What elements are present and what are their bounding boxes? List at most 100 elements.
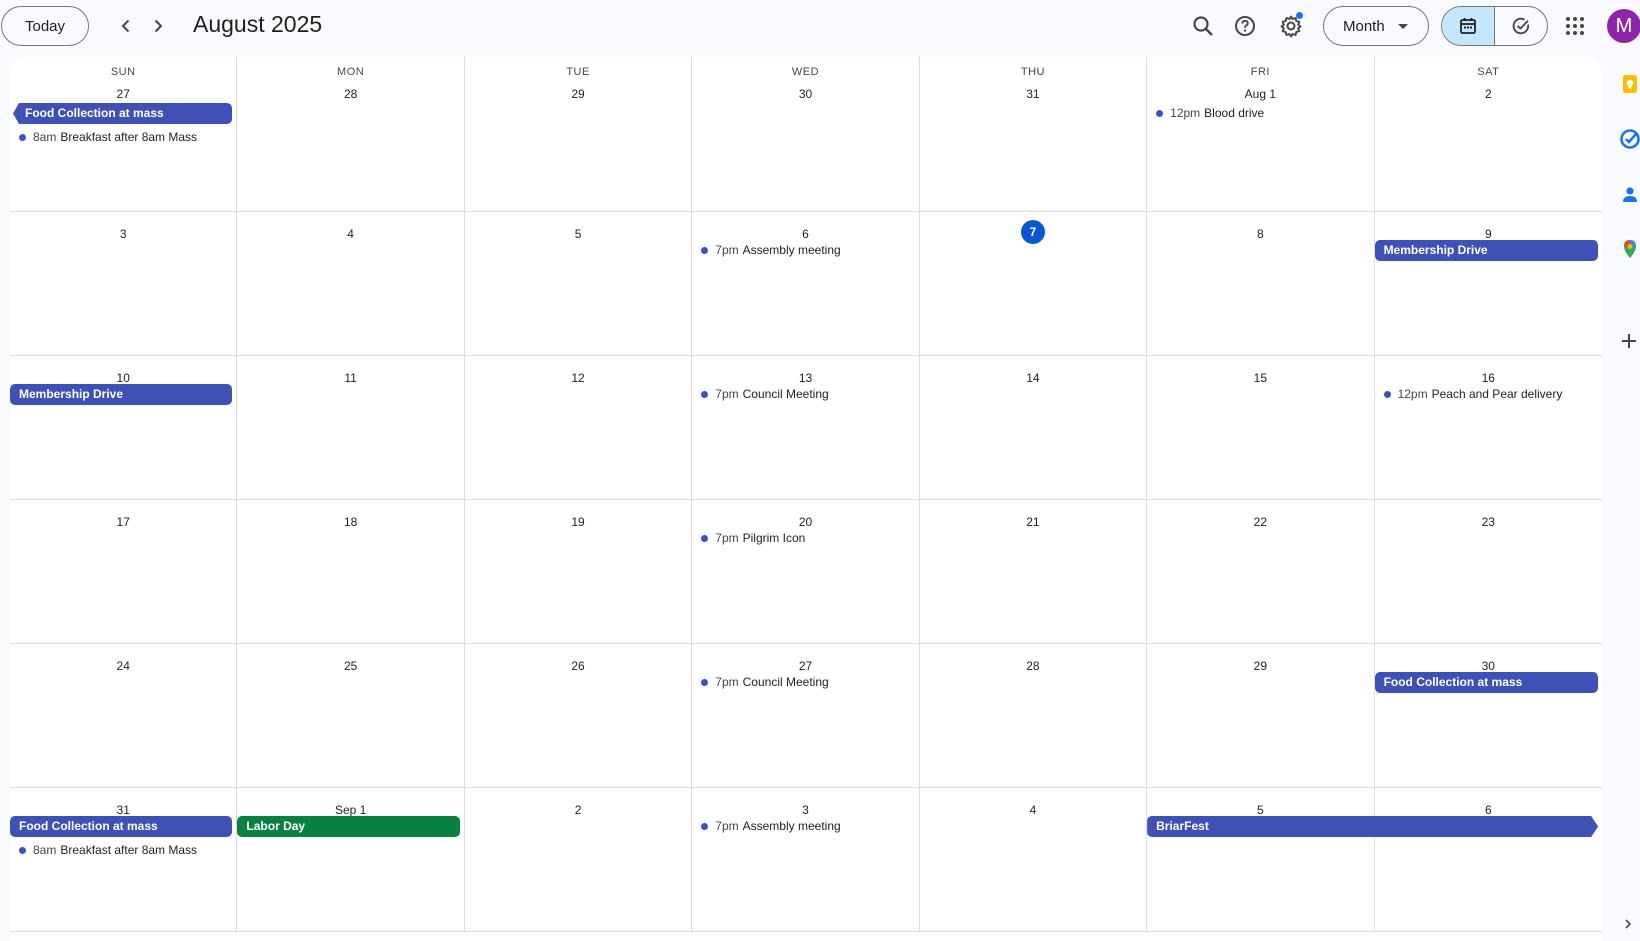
day-cell[interactable]: 11: [237, 356, 465, 500]
date-number[interactable]: 29: [1254, 656, 1267, 676]
day-cell[interactable]: 2: [464, 788, 693, 932]
day-cell[interactable]: 8: [1147, 212, 1375, 356]
date-number[interactable]: 18: [344, 512, 357, 532]
day-cell[interactable]: 19: [464, 500, 693, 644]
date-number[interactable]: 2: [1485, 84, 1492, 104]
help-button[interactable]: [1227, 8, 1263, 44]
all-day-event-chip[interactable]: Membership Drive: [1374, 240, 1598, 261]
date-number[interactable]: Aug 1: [1245, 84, 1276, 104]
date-number[interactable]: 30: [799, 84, 812, 104]
date-number[interactable]: 2: [575, 800, 582, 820]
timed-event[interactable]: 7pm Council Meeting: [692, 672, 918, 692]
day-cell[interactable]: 29: [1147, 644, 1375, 788]
day-cell[interactable]: 3: [10, 212, 238, 356]
day-cell[interactable]: 28: [919, 644, 1148, 788]
date-number[interactable]: 12: [571, 368, 584, 388]
day-cell[interactable]: 4: [237, 212, 465, 356]
previous-month-button[interactable]: [110, 10, 142, 42]
expand-side-panel-button[interactable]: [1622, 917, 1634, 935]
day-cell[interactable]: THU 31: [919, 57, 1148, 212]
day-cell[interactable]: 7: [919, 212, 1148, 356]
contacts-icon[interactable]: [1619, 184, 1640, 206]
timed-event[interactable]: 7pm Assembly meeting: [692, 240, 918, 260]
all-day-event-chip[interactable]: Food Collection at mass: [13, 103, 233, 124]
day-cell[interactable]: 9 Membership Drive: [1374, 212, 1602, 356]
day-cell[interactable]: 5 BriarFest: [1147, 788, 1374, 932]
date-number[interactable]: 11: [344, 368, 356, 388]
day-cell[interactable]: 15: [1147, 356, 1375, 500]
date-number[interactable]: 6: [1485, 800, 1492, 820]
keep-icon[interactable]: [1619, 73, 1640, 95]
day-cell[interactable]: 5: [464, 212, 693, 356]
today-button[interactable]: Today: [1, 6, 89, 46]
day-cell[interactable]: 14: [919, 356, 1148, 500]
day-cell[interactable]: TUE 29: [464, 57, 693, 212]
date-number[interactable]: 4: [347, 224, 354, 244]
date-number[interactable]: 25: [344, 656, 357, 676]
timed-event[interactable]: 7pm Council Meeting: [692, 384, 918, 404]
day-cell[interactable]: 25: [237, 644, 465, 788]
date-number[interactable]: 15: [1254, 368, 1267, 388]
view-select[interactable]: Month: [1323, 6, 1429, 46]
all-day-event-chip[interactable]: Food Collection at mass: [1374, 672, 1598, 693]
day-cell[interactable]: SUN 27 Food Collection at mass 8am Breakfast…: [10, 57, 238, 212]
timed-event[interactable]: 12pm Blood drive: [1147, 103, 1373, 123]
timed-event[interactable]: 8am Breakfast after 8am Mass: [10, 127, 236, 147]
day-cell[interactable]: 4: [919, 788, 1148, 932]
timed-event[interactable]: 7pm Assembly meeting: [692, 816, 918, 836]
date-number[interactable]: 28: [344, 84, 357, 104]
date-number[interactable]: 21: [1026, 512, 1039, 532]
google-apps-button[interactable]: [1557, 8, 1593, 44]
day-cell[interactable]: 27 7pm Council Meeting: [692, 644, 920, 788]
date-number[interactable]: 28: [1026, 656, 1039, 676]
day-cell[interactable]: 24: [10, 644, 238, 788]
day-cell[interactable]: 6: [1374, 788, 1602, 932]
date-number[interactable]: 5: [575, 224, 582, 244]
today-date-number[interactable]: 7: [1020, 220, 1045, 244]
all-day-event-chip[interactable]: Membership Drive: [10, 384, 233, 405]
timed-event[interactable]: 8am Breakfast after 8am Mass: [10, 840, 236, 860]
date-number[interactable]: 29: [571, 84, 584, 104]
day-cell[interactable]: FRI Aug 1 12pm Blood drive: [1147, 57, 1375, 212]
maps-icon[interactable]: [1619, 238, 1640, 260]
date-number[interactable]: 23: [1482, 512, 1495, 532]
day-cell[interactable]: SAT 2: [1374, 57, 1602, 212]
date-number[interactable]: 17: [117, 512, 130, 532]
timed-event[interactable]: 7pm Pilgrim Icon: [692, 528, 918, 548]
tasks-view-button[interactable]: [1495, 7, 1548, 45]
date-number[interactable]: 22: [1254, 512, 1267, 532]
day-cell[interactable]: 23: [1374, 500, 1602, 644]
next-month-button[interactable]: [142, 10, 174, 42]
day-cell[interactable]: WED 30: [692, 57, 920, 212]
date-number[interactable]: 19: [571, 512, 584, 532]
day-cell[interactable]: 12: [464, 356, 693, 500]
day-cell[interactable]: 31 Food Collection at mass 8am Breakfast af…: [10, 788, 238, 932]
day-cell[interactable]: 13 7pm Council Meeting: [692, 356, 920, 500]
date-number[interactable]: 26: [571, 656, 584, 676]
day-cell[interactable]: MON 28: [237, 57, 465, 212]
day-cell[interactable]: 30 Food Collection at mass: [1374, 644, 1602, 788]
day-cell[interactable]: 17: [10, 500, 238, 644]
date-number[interactable]: 3: [120, 224, 127, 244]
calendar-view-button[interactable]: [1442, 7, 1495, 45]
date-number[interactable]: 24: [117, 656, 130, 676]
search-button[interactable]: [1185, 8, 1221, 44]
avatar[interactable]: M: [1607, 9, 1640, 43]
settings-button[interactable]: [1273, 8, 1309, 44]
day-cell[interactable]: 6 7pm Assembly meeting: [692, 212, 920, 356]
day-cell[interactable]: 16 12pm Peach and Pear delivery: [1374, 356, 1602, 500]
all-day-event-chip[interactable]: Food Collection at mass: [10, 816, 233, 837]
day-cell[interactable]: 10 Membership Drive: [10, 356, 238, 500]
tasks-icon[interactable]: [1619, 128, 1640, 150]
day-cell[interactable]: 22: [1147, 500, 1375, 644]
date-number[interactable]: 8: [1257, 224, 1264, 244]
add-addon-button[interactable]: [1620, 332, 1638, 353]
date-number[interactable]: 4: [1030, 800, 1037, 820]
day-cell[interactable]: Sep 1 Labor Day: [237, 788, 465, 932]
date-number[interactable]: 27: [117, 84, 130, 104]
all-day-event-chip[interactable]: Labor Day: [237, 816, 460, 837]
date-number[interactable]: 31: [1026, 84, 1039, 104]
day-cell[interactable]: 20 7pm Pilgrim Icon: [692, 500, 920, 644]
day-cell[interactable]: 18: [237, 500, 465, 644]
timed-event[interactable]: 12pm Peach and Pear delivery: [1375, 384, 1602, 404]
